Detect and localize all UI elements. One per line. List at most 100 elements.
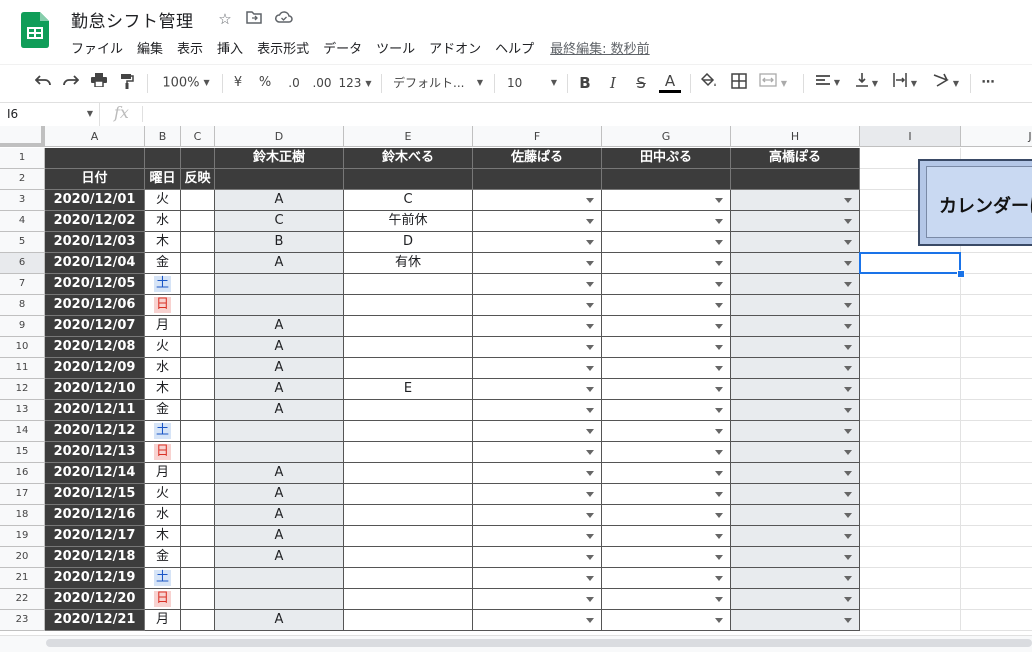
dropdown-arrow-icon[interactable]: [715, 324, 723, 329]
row-header-17[interactable]: 17: [0, 484, 45, 505]
dropdown-arrow-icon[interactable]: [586, 534, 594, 539]
dropdown-arrow-icon[interactable]: [715, 219, 723, 224]
dropdown-arrow-icon[interactable]: [844, 387, 852, 392]
dropdown-arrow-icon[interactable]: [844, 282, 852, 287]
row-header-19[interactable]: 19: [0, 526, 45, 547]
cell-c2[interactable]: 反映: [181, 169, 215, 190]
shift-dropdown-cell[interactable]: A: [215, 505, 344, 526]
shift-dropdown-cell[interactable]: [731, 274, 860, 295]
shift-dropdown-cell[interactable]: [602, 295, 731, 316]
shift-dropdown-cell[interactable]: [731, 358, 860, 379]
shift-dropdown-cell[interactable]: [473, 610, 602, 631]
shift-dropdown-cell[interactable]: A: [215, 379, 344, 400]
reflect-cell[interactable]: [181, 316, 215, 337]
shift-dropdown-cell[interactable]: [473, 358, 602, 379]
dropdown-arrow-icon[interactable]: [586, 597, 594, 602]
row-header-11[interactable]: 11: [0, 358, 45, 379]
sheets-logo-icon[interactable]: [21, 12, 49, 48]
menu-tools[interactable]: ツール: [376, 38, 415, 58]
shift-dropdown-cell[interactable]: [473, 484, 602, 505]
shift-dropdown-cell[interactable]: [473, 316, 602, 337]
shift-dropdown-cell[interactable]: [602, 505, 731, 526]
cell-i12[interactable]: [860, 379, 961, 400]
shift-dropdown-cell[interactable]: C: [344, 190, 473, 211]
shift-dropdown-cell[interactable]: [473, 505, 602, 526]
row-header-9[interactable]: 9: [0, 316, 45, 337]
menu-edit[interactable]: 編集: [137, 38, 163, 58]
reflect-cell[interactable]: [181, 400, 215, 421]
borders-icon[interactable]: [730, 73, 748, 93]
text-color-button[interactable]: A: [659, 73, 681, 93]
row-header-16[interactable]: 16: [0, 463, 45, 484]
dropdown-arrow-icon[interactable]: [844, 429, 852, 434]
shift-dropdown-cell[interactable]: [215, 274, 344, 295]
shift-dropdown-cell[interactable]: [344, 337, 473, 358]
dropdown-arrow-icon[interactable]: [844, 534, 852, 539]
merge-cells-icon[interactable]: ▼: [758, 73, 788, 93]
shift-dropdown-cell[interactable]: [473, 253, 602, 274]
cell-c1[interactable]: [181, 148, 215, 169]
cell-i14[interactable]: [860, 421, 961, 442]
dropdown-arrow-icon[interactable]: [844, 450, 852, 455]
shift-dropdown-cell[interactable]: [602, 358, 731, 379]
shift-dropdown-cell[interactable]: [215, 295, 344, 316]
cell-i7[interactable]: [860, 274, 961, 295]
row-header-15[interactable]: 15: [0, 442, 45, 463]
row-header-10[interactable]: 10: [0, 337, 45, 358]
cell-i11[interactable]: [860, 358, 961, 379]
column-header-d[interactable]: D: [215, 126, 344, 147]
shift-dropdown-cell[interactable]: A: [215, 484, 344, 505]
shift-dropdown-cell[interactable]: [473, 295, 602, 316]
shift-dropdown-cell[interactable]: [731, 253, 860, 274]
dropdown-arrow-icon[interactable]: [715, 282, 723, 287]
cell-i17[interactable]: [860, 484, 961, 505]
vertical-align-icon[interactable]: ▼: [852, 73, 882, 93]
dropdown-arrow-icon[interactable]: [586, 261, 594, 266]
calendar-button[interactable]: カレンダーに: [918, 159, 1032, 246]
shift-dropdown-cell[interactable]: [344, 442, 473, 463]
cell-j11[interactable]: [961, 358, 1032, 379]
row-header-22[interactable]: 22: [0, 589, 45, 610]
shift-dropdown-cell[interactable]: A: [215, 316, 344, 337]
dropdown-arrow-icon[interactable]: [586, 408, 594, 413]
row-header-13[interactable]: 13: [0, 400, 45, 421]
shift-dropdown-cell[interactable]: [344, 274, 473, 295]
dropdown-arrow-icon[interactable]: [715, 198, 723, 203]
shift-dropdown-cell[interactable]: [731, 379, 860, 400]
dropdown-arrow-icon[interactable]: [586, 618, 594, 623]
shift-dropdown-cell[interactable]: E: [344, 379, 473, 400]
dropdown-arrow-icon[interactable]: [586, 555, 594, 560]
dropdown-arrow-icon[interactable]: [715, 492, 723, 497]
shift-dropdown-cell[interactable]: [602, 379, 731, 400]
shift-dropdown-cell[interactable]: [215, 421, 344, 442]
decrease-decimal-button[interactable]: .0: [284, 73, 304, 93]
formula-input[interactable]: [150, 102, 1032, 126]
reflect-cell[interactable]: [181, 589, 215, 610]
reflect-cell[interactable]: [181, 337, 215, 358]
dropdown-arrow-icon[interactable]: [715, 345, 723, 350]
shift-dropdown-cell[interactable]: [473, 190, 602, 211]
menu-view[interactable]: 表示: [177, 38, 203, 58]
dropdown-arrow-icon[interactable]: [715, 597, 723, 602]
shift-dropdown-cell[interactable]: [602, 232, 731, 253]
redo-icon[interactable]: [61, 73, 81, 93]
shift-dropdown-cell[interactable]: A: [215, 463, 344, 484]
selected-cell-i6[interactable]: [859, 252, 961, 274]
dropdown-arrow-icon[interactable]: [586, 492, 594, 497]
cell-j23[interactable]: [961, 610, 1032, 631]
shift-dropdown-cell[interactable]: A: [215, 337, 344, 358]
cell-j13[interactable]: [961, 400, 1032, 421]
italic-button[interactable]: I: [605, 73, 621, 93]
row-header-18[interactable]: 18: [0, 505, 45, 526]
cell-j22[interactable]: [961, 589, 1032, 610]
shift-dropdown-cell[interactable]: A: [215, 400, 344, 421]
dropdown-arrow-icon[interactable]: [844, 555, 852, 560]
reflect-cell[interactable]: [181, 295, 215, 316]
column-header-g[interactable]: G: [602, 126, 731, 147]
reflect-cell[interactable]: [181, 232, 215, 253]
dropdown-arrow-icon[interactable]: [586, 471, 594, 476]
dropdown-arrow-icon[interactable]: [586, 366, 594, 371]
dropdown-arrow-icon[interactable]: [715, 513, 723, 518]
dropdown-arrow-icon[interactable]: [844, 303, 852, 308]
row-header-1[interactable]: 1: [0, 148, 45, 169]
